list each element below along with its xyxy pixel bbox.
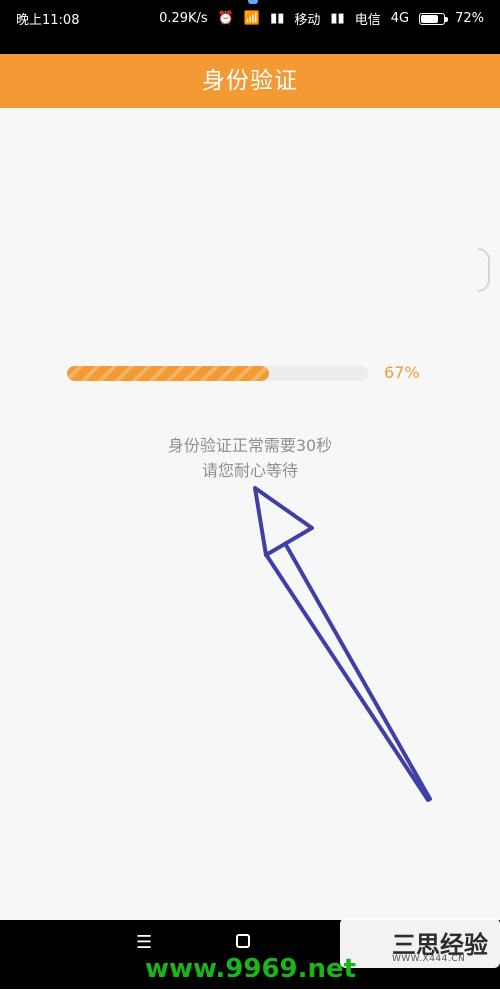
watermark: 三思经验 WWW.X444.CN (340, 918, 500, 990)
wifi-icon: 📶 (243, 11, 261, 26)
watermark-sub: WWW.X444.CN (392, 954, 466, 964)
battery-fill (421, 14, 439, 23)
message-line-2: 请您耐心等待 (201, 461, 298, 480)
page-title: 身份验证 (202, 68, 298, 94)
carrier-1: 移动 (294, 13, 321, 28)
carrier-2: 电信 (354, 13, 381, 28)
status-indicator (248, 0, 258, 4)
home-square (236, 934, 250, 948)
network-speed: 0.29K/s (159, 11, 208, 26)
status-time: 晚上11:08 (16, 13, 80, 28)
status-right: 0.29K/s ⏰ 📶 ▮▮ 移动 ▮▮ 电信 4G 72% (159, 9, 484, 28)
verification-content: 67% 身份验证正常需要30秒 请您耐心等待 (0, 108, 500, 920)
message-line-1: 身份验证正常需要30秒 (167, 436, 333, 455)
battery-icon (419, 12, 449, 25)
menu-icon[interactable]: ☰ (136, 934, 152, 952)
watermark-url: www.9969.net (145, 954, 357, 984)
progress-fill (67, 366, 269, 381)
edge-handle (478, 248, 490, 292)
signal-icon-2: ▮▮ (330, 11, 345, 26)
progress-percent: 67% (384, 363, 420, 382)
signal-icon-1: ▮▮ (270, 11, 285, 26)
status-bar: 晚上11:08 0.29K/s ⏰ 📶 ▮▮ 移动 ▮▮ 电信 4G 72% (0, 0, 500, 54)
title-bar: 身份验证 (0, 54, 500, 108)
network-type: 4G (390, 11, 410, 26)
battery-percent: 72% (455, 11, 484, 26)
home-icon[interactable] (236, 934, 250, 952)
progress-bar (67, 366, 368, 381)
alarm-icon: ⏰ (217, 11, 234, 26)
